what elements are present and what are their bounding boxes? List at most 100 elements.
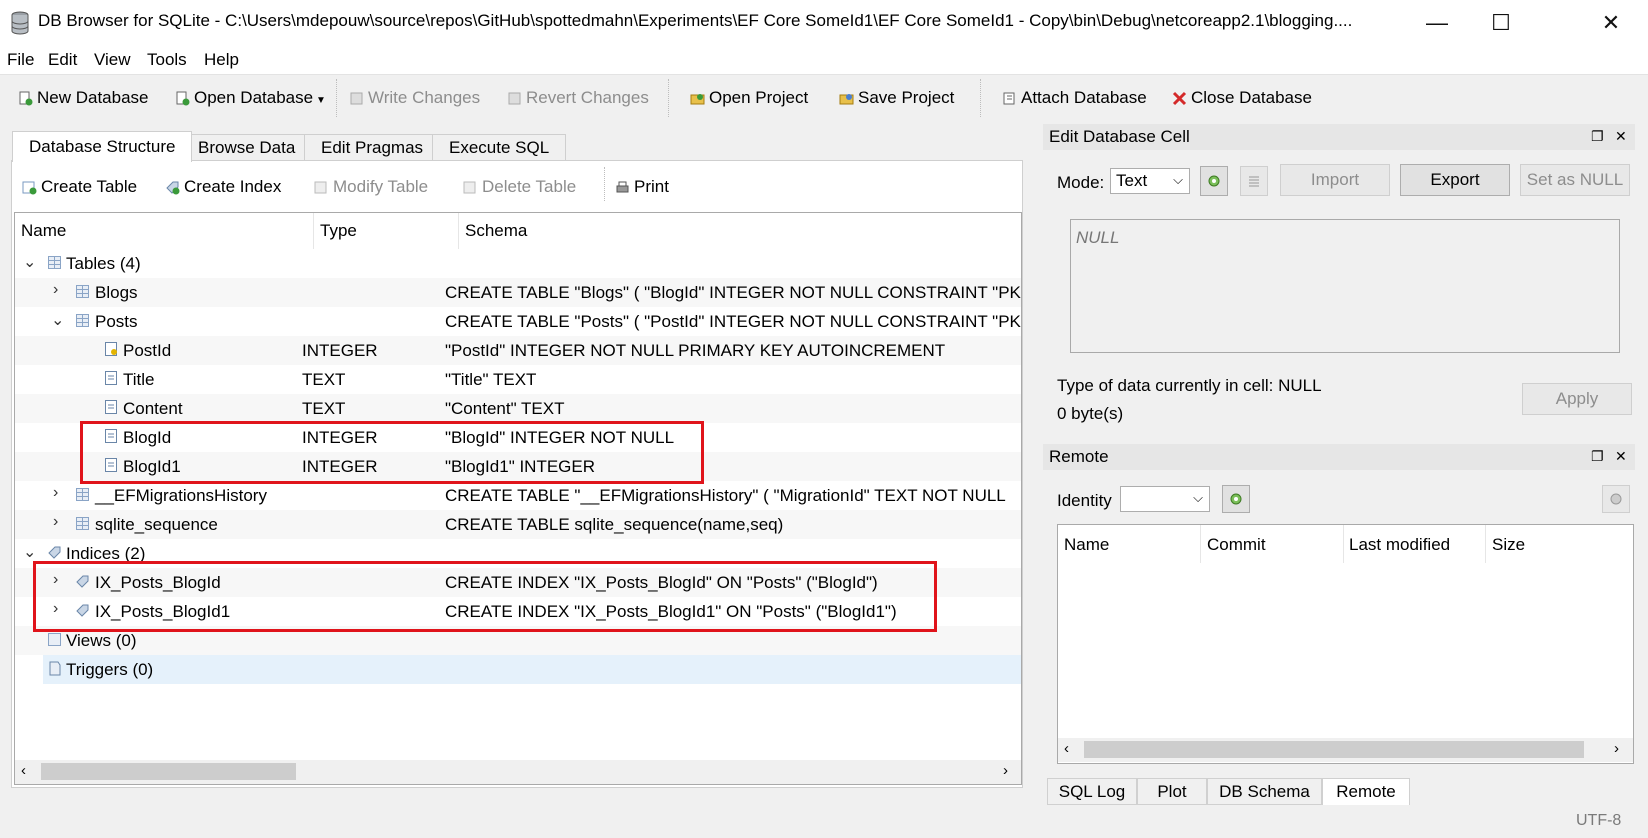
modify-table-icon <box>314 181 327 193</box>
chevron-right-icon[interactable]: › <box>53 281 58 299</box>
menu-edit[interactable]: Edit <box>48 50 77 70</box>
remote-column-last-modified[interactable]: Last modified <box>1349 535 1450 555</box>
scroll-left-icon[interactable]: ‹ <box>21 762 26 779</box>
menu-view[interactable]: View <box>94 50 131 70</box>
apply-button[interactable]: Apply <box>1522 383 1632 415</box>
delete-table-button[interactable]: Delete Table <box>463 177 576 197</box>
auto-format-button[interactable] <box>1200 166 1228 196</box>
modify-table-button[interactable]: Modify Table <box>314 177 428 197</box>
export-button[interactable]: Export <box>1400 164 1510 196</box>
cell-value: NULL <box>1076 228 1120 247</box>
print-button[interactable]: Print <box>615 177 669 197</box>
column-header-type[interactable]: Type <box>314 213 459 249</box>
table-icon <box>76 285 89 298</box>
close-window-button[interactable]: ✕ <box>1584 0 1638 46</box>
tree-row-content[interactable]: Content TEXT "Content" TEXT <box>15 394 1021 423</box>
highlight-box-indices <box>33 561 937 632</box>
printer-icon <box>616 181 629 192</box>
minimize-button[interactable]: — <box>1410 0 1464 46</box>
window-title: DB Browser for SQLite - C:\Users\mdepouw… <box>38 11 1353 30</box>
toolbar-separator <box>980 79 983 117</box>
undock-icon[interactable]: ❐ <box>1591 128 1604 145</box>
tab-database-structure[interactable]: Database Structure <box>12 131 193 162</box>
close-database-button[interactable]: Close Database <box>1172 88 1312 108</box>
attach-database-button[interactable]: Attach Database <box>1002 88 1147 108</box>
chevron-down-icon[interactable]: ⌄ <box>23 542 36 562</box>
tree-row-title[interactable]: Title TEXT "Title" TEXT <box>15 365 1021 394</box>
column-header-name[interactable]: Name <box>15 213 314 249</box>
open-database-dropdown-icon[interactable]: ▼ <box>316 95 326 106</box>
write-changes-label: Write Changes <box>368 88 481 107</box>
main-toolbar: New Database Open Database ▼ Write Chang… <box>0 74 1648 122</box>
tree-row-postid[interactable]: PostId INTEGER "PostId" INTEGER NOT NULL… <box>15 336 1021 365</box>
attach-database-icon <box>1003 92 1015 104</box>
table-icon <box>76 517 89 530</box>
tree-name: sqlite_sequence <box>95 515 218 534</box>
scrollbar-thumb[interactable] <box>1084 741 1584 758</box>
remote-file-list[interactable]: Name Commit Last modified Size ‹ › <box>1057 524 1634 764</box>
scrollbar-thumb[interactable] <box>41 763 296 780</box>
undock-icon[interactable]: ❐ <box>1591 448 1604 465</box>
revert-changes-label: Revert Changes <box>526 88 649 107</box>
chevron-down-icon[interactable]: ⌄ <box>23 252 36 272</box>
tab-db-schema[interactable]: DB Schema <box>1207 778 1322 805</box>
open-database-label: Open Database <box>194 88 314 107</box>
menu-file[interactable]: File <box>7 50 34 70</box>
tables-icon <box>48 256 61 269</box>
remote-horizontal-scrollbar[interactable]: ‹ › <box>1058 738 1633 762</box>
save-project-icon <box>839 93 854 104</box>
cell-editor[interactable]: NULL <box>1070 219 1620 353</box>
scroll-left-icon[interactable]: ‹ <box>1064 740 1069 757</box>
save-project-button[interactable]: Save Project <box>839 88 954 108</box>
tree-row-triggers[interactable]: Triggers (0) <box>43 655 1021 684</box>
import-button[interactable]: Import <box>1280 164 1390 196</box>
identity-settings-button[interactable] <box>1222 485 1250 513</box>
chevron-right-icon[interactable]: › <box>53 513 58 531</box>
column-header-schema[interactable]: Schema <box>459 213 1021 249</box>
menu-help[interactable]: Help <box>204 50 239 70</box>
tree-horizontal-scrollbar[interactable]: ‹ › <box>14 760 1022 785</box>
remote-column-size[interactable]: Size <box>1492 535 1525 555</box>
tree-row-posts[interactable]: ⌄ Posts CREATE TABLE "Posts" ( "PostId" … <box>15 307 1021 336</box>
open-project-button[interactable]: Open Project <box>690 88 808 108</box>
column-divider <box>1343 525 1344 563</box>
tab-sql-log[interactable]: SQL Log <box>1047 778 1137 805</box>
remote-column-commit[interactable]: Commit <box>1207 535 1266 555</box>
create-table-button[interactable]: Create Table <box>22 177 137 197</box>
set-as-null-button[interactable]: Set as NULL <box>1520 164 1630 196</box>
identity-select[interactable]: ⌵ <box>1120 486 1210 512</box>
close-dock-icon[interactable]: ✕ <box>1615 128 1627 145</box>
tree-row-tables[interactable]: ⌄ Tables (4) <box>15 249 1021 278</box>
tab-remote[interactable]: Remote <box>1322 778 1410 805</box>
delete-table-icon <box>463 181 476 193</box>
write-changes-button[interactable]: Write Changes <box>349 88 480 108</box>
tab-execute-sql[interactable]: Execute SQL <box>432 134 567 161</box>
remote-column-name[interactable]: Name <box>1064 535 1109 555</box>
maximize-button[interactable]: ☐ <box>1474 0 1528 46</box>
tree-row-blogs[interactable]: › Blogs CREATE TABLE "Blogs" ( "BlogId" … <box>15 278 1021 307</box>
tab-browse-data[interactable]: Browse Data <box>181 134 313 161</box>
toolbar-separator <box>668 79 671 117</box>
scroll-right-icon[interactable]: › <box>1003 762 1008 779</box>
mode-select[interactable]: Text ⌵ <box>1110 168 1190 194</box>
chevron-down-icon[interactable]: ⌄ <box>51 310 64 330</box>
open-database-button[interactable]: Open Database <box>175 88 313 108</box>
attach-database-label: Attach Database <box>1021 88 1147 107</box>
tab-plot[interactable]: Plot <box>1137 778 1207 805</box>
schema-tree[interactable]: Name Type Schema ⌄ Tables (4) › Blogs CR… <box>14 212 1022 762</box>
close-dock-icon[interactable]: ✕ <box>1615 448 1627 465</box>
new-database-icon <box>19 91 33 105</box>
create-index-button[interactable]: Create Index <box>165 177 281 197</box>
scroll-right-icon[interactable]: › <box>1614 740 1619 757</box>
tree-row-efmigrationshistory[interactable]: › __EFMigrationsHistory CREATE TABLE "__… <box>15 481 1021 510</box>
remote-push-button[interactable] <box>1602 485 1630 513</box>
revert-changes-button[interactable]: Revert Changes <box>507 88 649 108</box>
tree-row-sqlite-sequence[interactable]: › sqlite_sequence CREATE TABLE sqlite_se… <box>15 510 1021 539</box>
new-database-button[interactable]: New Database <box>18 88 149 108</box>
modify-table-label: Modify Table <box>333 177 429 196</box>
chevron-right-icon[interactable]: › <box>53 484 58 502</box>
mode-label: Mode: <box>1057 173 1105 192</box>
word-wrap-button[interactable] <box>1240 166 1268 196</box>
menu-tools[interactable]: Tools <box>147 50 187 70</box>
tab-edit-pragmas[interactable]: Edit Pragmas <box>304 134 441 161</box>
